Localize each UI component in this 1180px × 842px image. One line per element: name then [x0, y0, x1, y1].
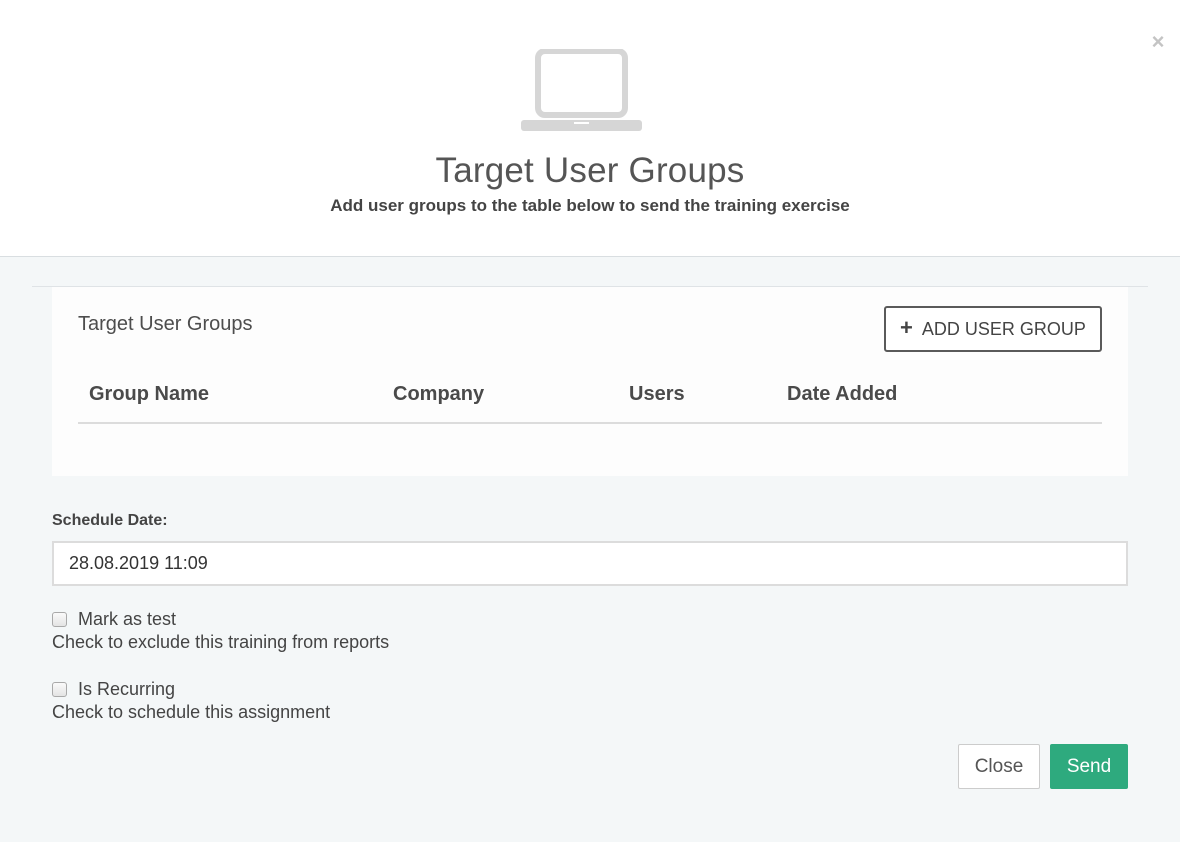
- mark-as-test-checkbox[interactable]: [52, 612, 67, 627]
- panel-title: Target User Groups: [78, 313, 253, 335]
- modal-title: Target User Groups: [435, 151, 745, 190]
- is-recurring-label: Is Recurring: [78, 679, 176, 699]
- is-recurring-row: Is Recurring: [52, 679, 175, 700]
- column-header-group-name[interactable]: Group Name: [89, 383, 209, 406]
- modal-subtitle: Add user groups to the table below to se…: [330, 196, 850, 215]
- groups-table-header: Group Name Company Users Date Added: [78, 383, 1102, 424]
- close-button[interactable]: Close: [958, 744, 1040, 789]
- mark-as-test-label: Mark as test: [78, 609, 177, 629]
- add-user-group-button[interactable]: + ADD USER GROUP: [884, 306, 1102, 352]
- close-icon[interactable]: ×: [1149, 31, 1167, 53]
- column-header-users[interactable]: Users: [629, 383, 685, 406]
- is-recurring-help: Check to schedule this assignment: [52, 702, 331, 722]
- laptop-icon: [521, 49, 642, 131]
- send-button[interactable]: Send: [1050, 744, 1128, 789]
- plus-icon: +: [900, 315, 913, 340]
- mark-as-test-row: Mark as test: [52, 609, 176, 630]
- schedule-date-input[interactable]: [52, 541, 1128, 586]
- is-recurring-checkbox[interactable]: [52, 682, 67, 697]
- mark-as-test-help: Check to exclude this training from repo…: [52, 632, 390, 652]
- column-header-company[interactable]: Company: [393, 383, 484, 406]
- add-user-group-label: ADD USER GROUP: [921, 318, 1086, 339]
- target-groups-panel: Target User Groups + ADD USER GROUP Grou…: [52, 287, 1128, 476]
- modal-header: × Target User Groups Add user groups to …: [0, 0, 1180, 257]
- schedule-date-label: Schedule Date:: [52, 512, 168, 529]
- column-header-date-added[interactable]: Date Added: [787, 383, 897, 406]
